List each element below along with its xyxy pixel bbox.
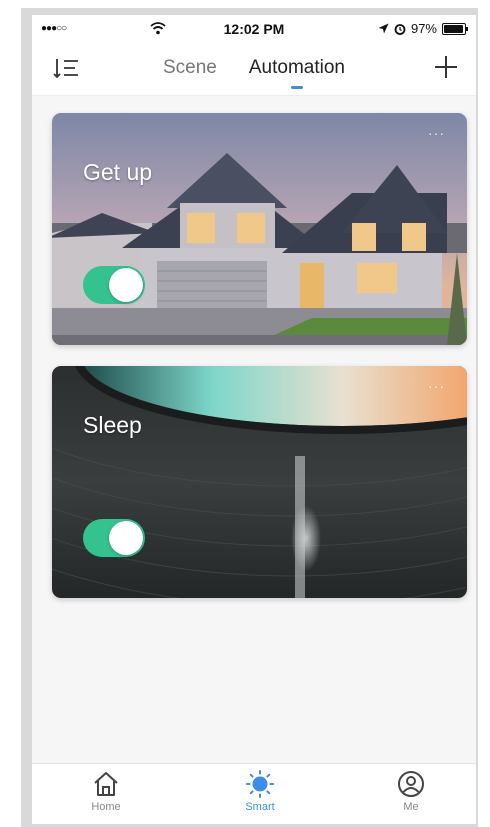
tab-scene[interactable]: Scene [163,57,217,89]
bottom-navigation: Home Smart Me [32,763,476,824]
status-bar: ●●●○○ 12:02 PM 97% [32,15,476,43]
alarm-icon [394,23,406,35]
nav-me-label: Me [403,801,419,813]
nav-home-label: Home [91,801,121,813]
house-photo [52,113,467,345]
automation-toggle[interactable] [83,519,145,557]
location-arrow-icon [378,23,389,34]
automation-card-get-up[interactable]: Get up ··· [52,113,467,345]
nav-home[interactable]: Home [66,770,146,813]
tab-scene-label: Scene [163,57,217,78]
nav-me[interactable]: Me [371,770,451,813]
battery-percent: 97% [410,21,437,36]
smart-sun-icon [246,770,274,798]
automation-toggle[interactable] [83,266,145,304]
app-screen: ●●●○○ 12:02 PM 97% Scene Automation Get … [32,15,476,824]
home-icon [94,772,118,796]
automation-card-sleep[interactable]: Sleep ··· [52,366,467,598]
tab-automation-label: Automation [248,57,345,78]
nav-smart[interactable]: Smart [220,770,300,813]
more-options-icon[interactable]: ··· [428,378,445,394]
tab-automation[interactable]: Automation [249,57,345,89]
card-title: Sleep [83,412,142,438]
battery-fill [444,24,463,33]
active-tab-indicator [290,86,303,89]
vinyl-record-photo [52,366,467,598]
card-title: Get up [83,159,153,185]
tab-bar: Scene Automation [32,57,476,89]
toggle-knob [109,521,143,555]
battery-icon [442,22,468,35]
user-icon [398,771,424,797]
nav-smart-label: Smart [245,801,275,813]
toggle-knob [109,268,143,302]
top-header: Scene Automation [32,43,476,96]
more-options-icon[interactable]: ··· [428,125,445,141]
status-right: 97% [378,21,468,36]
add-icon[interactable] [432,53,460,81]
